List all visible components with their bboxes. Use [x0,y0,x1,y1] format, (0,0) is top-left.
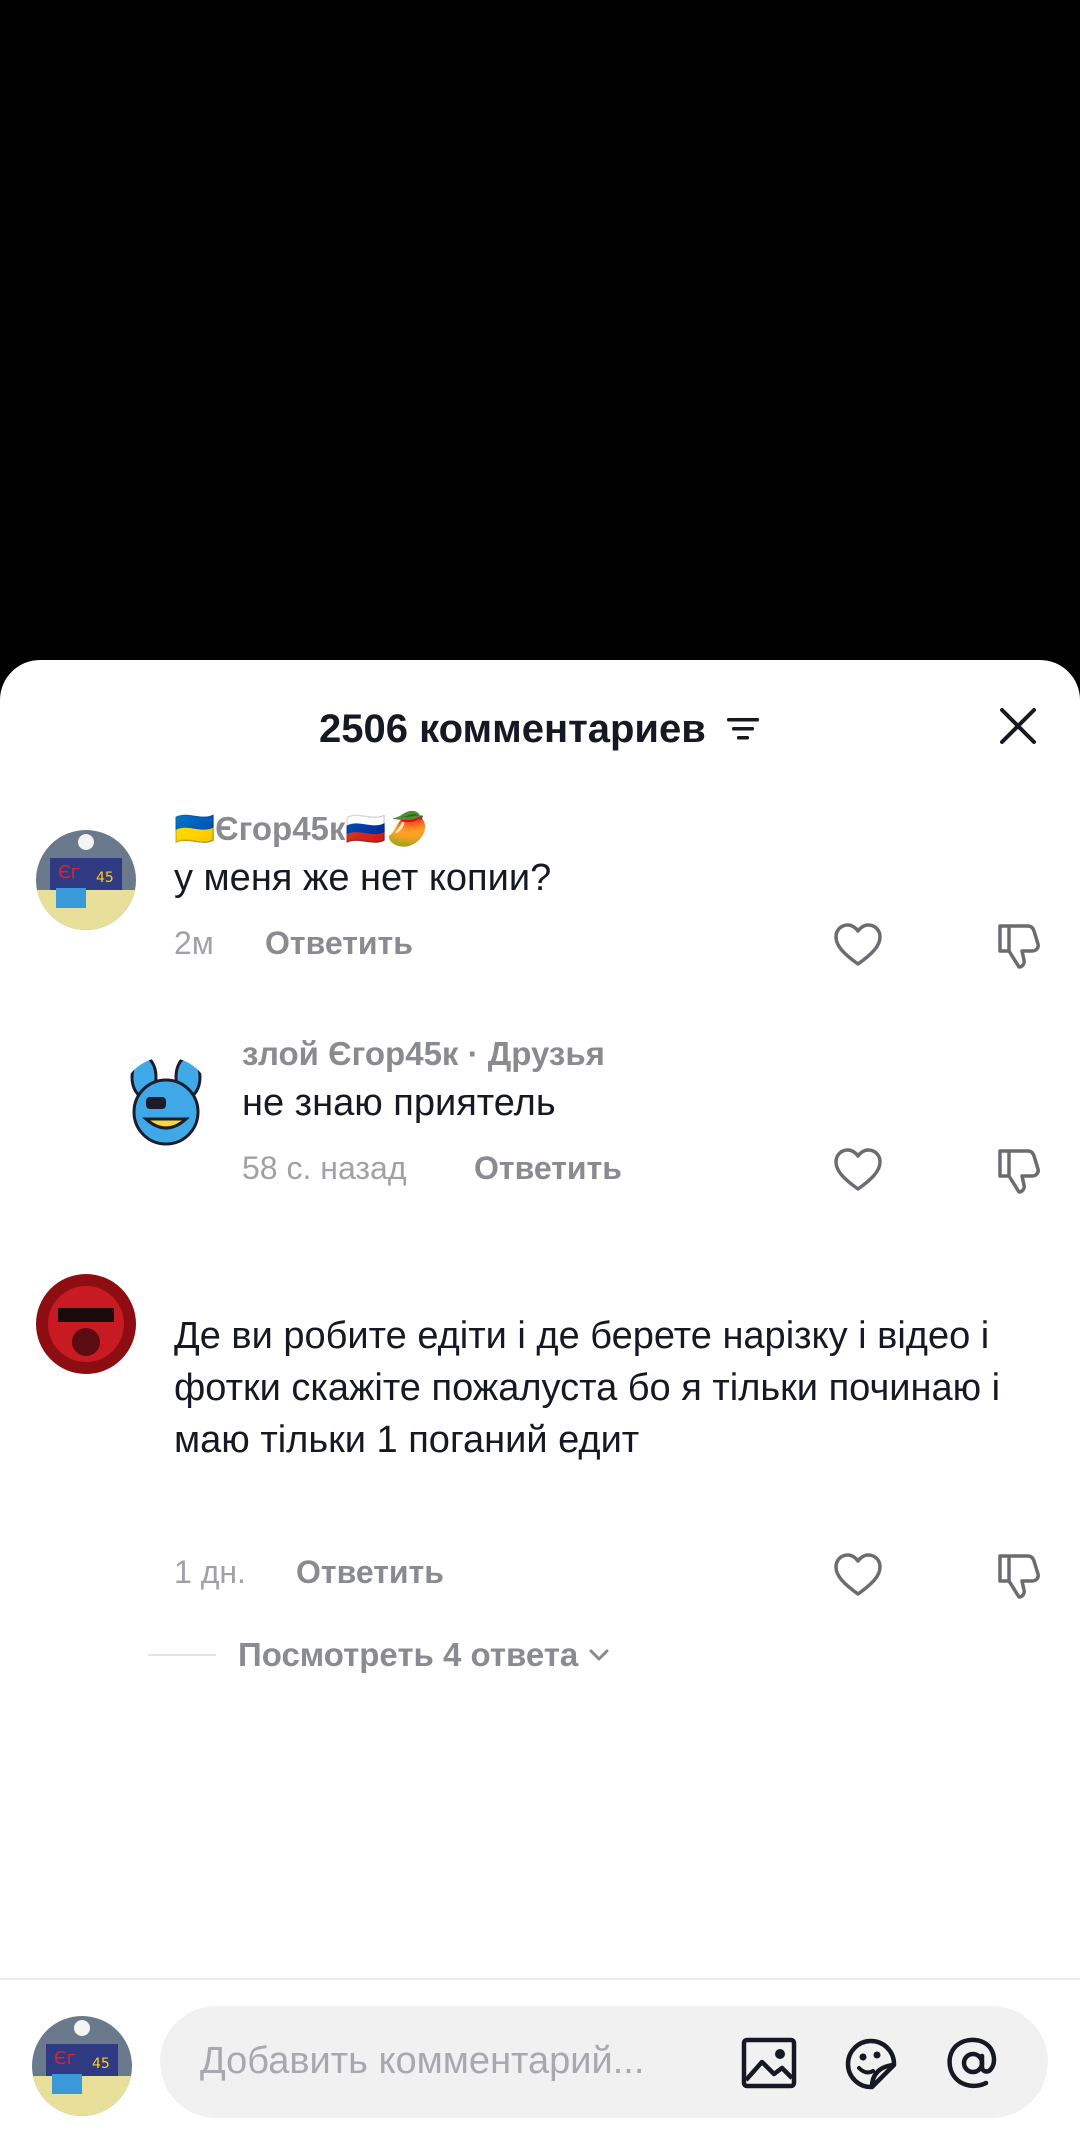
image-icon[interactable] [740,2034,798,2092]
comment-input-bar: Єг 45 Добавить комментарий... [0,1978,1080,2140]
view-replies-button[interactable]: Посмотреть 4 ответа [148,1630,612,1680]
comments-title: 2506 комментариев [0,705,1080,752]
thumbs-down-icon[interactable] [992,920,1044,972]
comment-input[interactable]: Добавить комментарий... [160,2006,1048,2118]
reply-comment-item: злой Єгор45к · Друзья не знаю приятель 5… [0,1035,1080,1215]
comment-text: Де ви робите едіти і де берете нарізку і… [174,1315,1001,1461]
heart-icon[interactable] [832,1550,884,1602]
heart-icon[interactable] [832,1145,884,1197]
sheet-header: 2506 комментариев [0,660,1080,790]
thumbs-down-icon[interactable] [992,1550,1044,1602]
avatar[interactable] [36,1274,136,1374]
comment-username[interactable]: 🇺🇦Єгор45к🇷🇺🥭 [174,810,428,849]
filter-icon[interactable] [725,714,761,744]
comment-item: Де ви робите едіти і де берете нарізку і… [0,1272,1080,1612]
comments-sheet: 2506 комментариев Єг 45 🇺🇦Єгор45к🇷� [0,660,1080,2140]
comment-time: 1 дн. [174,1554,246,1590]
mention-icon[interactable] [944,2034,1002,2092]
comment-item: Єг 45 🇺🇦Єгор45к🇷🇺🥭 у меня же нет копии? … [0,810,1080,990]
heart-icon[interactable] [832,920,884,972]
comment-input-placeholder: Добавить комментарий... [200,2040,645,2082]
svg-text:Єг: Єг [58,862,80,883]
reply-button[interactable]: Ответить [265,925,413,962]
svg-text:45: 45 [92,2056,110,2072]
avatar[interactable] [120,1057,212,1149]
emoji-sticker-icon[interactable] [842,2034,900,2092]
view-replies-label: Посмотреть 4 ответа [238,1636,579,1673]
reply-button[interactable]: Ответить [296,1554,444,1591]
comment-text: у меня же нет копии? [174,857,552,899]
divider [148,1654,216,1656]
close-icon[interactable] [994,702,1042,750]
comment-text: не знаю приятель [242,1082,556,1124]
svg-text:Єг: Єг [54,2048,76,2069]
reply-button[interactable]: Ответить [474,1150,622,1187]
chevron-down-icon [589,1649,609,1661]
video-area[interactable] [0,0,1080,700]
avatar[interactable]: Єг 45 [36,830,136,930]
comment-time: 2м [174,925,214,961]
current-user-avatar: Єг 45 [32,2016,132,2116]
comment-username[interactable]: злой Єгор45к · Друзья [242,1035,605,1073]
comment-time: 58 с. назад [242,1150,407,1186]
svg-text:45: 45 [96,870,114,886]
thumbs-down-icon[interactable] [992,1145,1044,1197]
